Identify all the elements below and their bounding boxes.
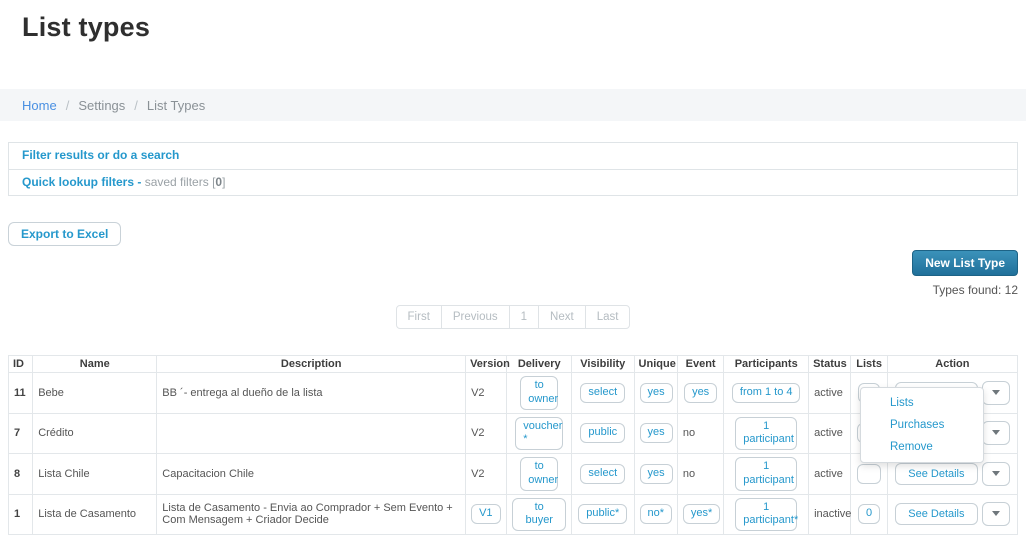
unique-badge: yes: [640, 464, 673, 484]
pagination-next-button[interactable]: Next: [538, 305, 586, 329]
cell-version: V2: [466, 454, 507, 495]
types-found-label: Types found: 12: [8, 283, 1018, 297]
dropdown-item-lists[interactable]: Lists: [861, 392, 983, 414]
pagination-page-button[interactable]: 1: [509, 305, 539, 329]
cell-name: Lista Chile: [33, 454, 157, 495]
pagination-last-button[interactable]: Last: [585, 305, 631, 329]
cell-status: active: [809, 413, 851, 454]
row-actions-dropdown-menu: Lists Purchases Remove: [860, 387, 984, 463]
column-header-id: ID: [9, 356, 33, 373]
unique-badge: yes: [640, 383, 673, 403]
cell-id: 7: [9, 413, 33, 454]
cell-version: V2: [466, 373, 507, 414]
new-list-type-button[interactable]: New List Type: [912, 250, 1018, 276]
cell-description: Capacitacion Chile: [157, 454, 466, 495]
cell-name: Bebe: [33, 373, 157, 414]
filter-panels: Filter results or do a search Quick look…: [8, 142, 1018, 196]
unique-badge: yes: [640, 423, 673, 443]
dropdown-item-remove[interactable]: Remove: [861, 436, 983, 458]
cell-name: Lista de Casamento: [33, 494, 157, 535]
visibility-badge: public*: [578, 504, 627, 524]
breadcrumb: Home / Settings / List Types: [0, 89, 1026, 121]
pagination: First Previous 1 Next Last: [8, 305, 1018, 329]
event-badge: yes*: [683, 504, 720, 524]
chevron-down-icon: [992, 471, 1000, 476]
column-header-version: Version: [466, 356, 507, 373]
cell-id: 8: [9, 454, 33, 495]
visibility-badge: public: [580, 423, 625, 443]
row-actions-dropdown-toggle[interactable]: [982, 421, 1010, 445]
saved-filters-label: saved filters [0]: [145, 175, 226, 189]
version-badge: V1: [471, 504, 500, 524]
column-header-description: Description: [157, 356, 466, 373]
lists-count-badge[interactable]: 0: [858, 504, 880, 524]
chevron-down-icon: [992, 511, 1000, 516]
table-row: 1 Lista de Casamento Lista de Casamento …: [9, 494, 1018, 535]
event-badge: yes: [684, 383, 717, 403]
row-actions-dropdown-toggle[interactable]: [982, 502, 1010, 526]
column-header-unique: Unique: [634, 356, 677, 373]
dropdown-item-purchases[interactable]: Purchases: [861, 414, 983, 436]
pagination-previous-button[interactable]: Previous: [441, 305, 510, 329]
column-header-status: Status: [809, 356, 851, 373]
chevron-down-icon: [992, 390, 1000, 395]
filter-search-link[interactable]: Filter results or do a search: [22, 148, 179, 162]
chevron-down-icon: [992, 430, 1000, 435]
cell-status: inactive: [809, 494, 851, 535]
breadcrumb-home-link[interactable]: Home: [22, 98, 57, 113]
export-to-excel-button[interactable]: Export to Excel: [8, 222, 121, 246]
cell-event: no: [677, 413, 723, 454]
cell-version: V2: [466, 413, 507, 454]
participants-badge: 1 participant: [735, 417, 797, 451]
cell-name: Crédito: [33, 413, 157, 454]
cell-description: BB ´- entrega al dueño de la lista: [157, 373, 466, 414]
column-header-action: Action: [887, 356, 1017, 373]
quick-filters-bar[interactable]: Quick lookup filters - saved filters [0]: [9, 169, 1017, 195]
lists-count-badge[interactable]: [857, 464, 881, 484]
cell-event: no: [677, 454, 723, 495]
see-details-button[interactable]: See Details: [895, 503, 977, 525]
visibility-badge: select: [580, 383, 625, 403]
column-header-visibility: Visibility: [572, 356, 635, 373]
pagination-first-button[interactable]: First: [396, 305, 442, 329]
cell-description: [157, 413, 466, 454]
breadcrumb-separator: /: [66, 98, 70, 113]
breadcrumb-current: List Types: [147, 98, 205, 113]
table-header-row: ID Name Description Version Delivery Vis…: [9, 356, 1018, 373]
delivery-badge: to owner: [520, 457, 558, 491]
filter-search-bar[interactable]: Filter results or do a search: [9, 143, 1017, 169]
column-header-name: Name: [33, 356, 157, 373]
cell-id: 1: [9, 494, 33, 535]
cell-description: Lista de Casamento - Envia ao Comprador …: [157, 494, 466, 535]
column-header-participants: Participants: [724, 356, 809, 373]
breadcrumb-settings: Settings: [78, 98, 125, 113]
visibility-badge: select: [580, 464, 625, 484]
quick-filters-link[interactable]: Quick lookup filters -: [22, 175, 141, 189]
cell-status: active: [809, 373, 851, 414]
page-title: List types: [0, 0, 1026, 43]
cell-status: active: [809, 454, 851, 495]
row-actions-dropdown-toggle[interactable]: [982, 381, 1010, 405]
delivery-badge: to buyer: [512, 498, 566, 532]
column-header-event: Event: [677, 356, 723, 373]
column-header-delivery: Delivery: [507, 356, 572, 373]
participants-badge: from 1 to 4: [732, 383, 801, 403]
participants-badge: 1 participant*: [735, 498, 797, 532]
delivery-badge: voucher *: [515, 417, 563, 451]
row-actions-dropdown-toggle[interactable]: [982, 462, 1010, 486]
see-details-button[interactable]: See Details: [895, 463, 977, 485]
delivery-badge: to owner: [520, 376, 558, 410]
participants-badge: 1 participant: [735, 457, 797, 491]
unique-badge: no*: [640, 504, 673, 524]
breadcrumb-separator: /: [134, 98, 138, 113]
cell-id: 11: [9, 373, 33, 414]
column-header-lists: Lists: [851, 356, 887, 373]
